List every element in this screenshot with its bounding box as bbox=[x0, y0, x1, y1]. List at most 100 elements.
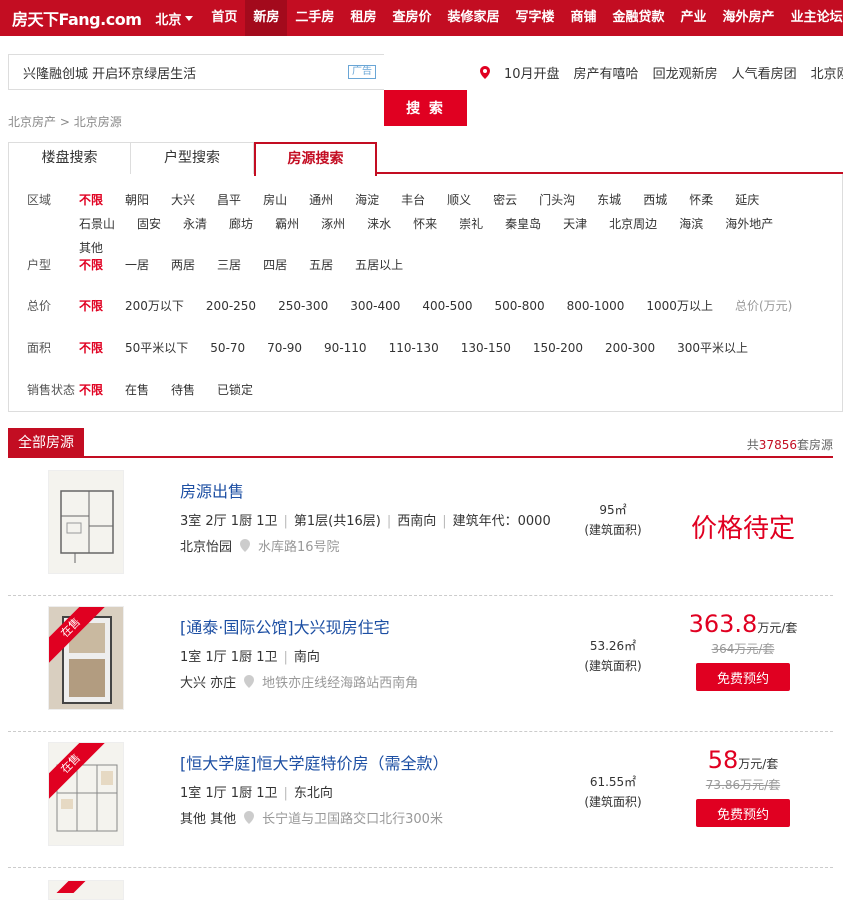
nav-forum[interactable]: 业主论坛 bbox=[783, 0, 843, 36]
tab-layout-search[interactable]: 户型搜索 bbox=[131, 142, 254, 174]
filter-option[interactable]: 500-800 bbox=[494, 294, 544, 318]
filter-option[interactable]: 涿州 bbox=[321, 212, 345, 236]
filter-option[interactable]: 房山 bbox=[263, 188, 287, 212]
book-button[interactable]: 免费预约 bbox=[696, 663, 790, 691]
floorplan-image[interactable]: 在售 bbox=[48, 742, 124, 846]
nav-industry[interactable]: 产业 bbox=[673, 0, 715, 36]
filter-option[interactable]: 石景山 bbox=[79, 212, 115, 236]
filter-option[interactable]: 门头沟 bbox=[539, 188, 575, 212]
filter-option[interactable]: 待售 bbox=[171, 378, 195, 402]
detail-floor: 第1层(共16层) bbox=[293, 514, 381, 529]
filter-option[interactable]: 150-200 bbox=[533, 336, 583, 360]
filter-option[interactable]: 通州 bbox=[309, 188, 333, 212]
nav-finance[interactable]: 金融贷款 bbox=[605, 0, 673, 36]
filter-option[interactable]: 海外地产 bbox=[725, 212, 773, 236]
filter-option[interactable]: 一居 bbox=[125, 253, 149, 277]
listing-district[interactable]: 北京怡园 bbox=[180, 536, 232, 555]
filter-option[interactable]: 130-150 bbox=[461, 336, 511, 360]
filter-option[interactable]: 不限 bbox=[79, 253, 103, 277]
nav-home[interactable]: 首页 bbox=[203, 0, 245, 36]
listing-title[interactable]: 房源出售 bbox=[180, 478, 244, 502]
nav-price-check[interactable]: 查房价 bbox=[384, 0, 439, 36]
filter-option[interactable]: 200万以下 bbox=[125, 294, 184, 318]
filter-option[interactable]: 400-500 bbox=[422, 294, 472, 318]
filter-option[interactable]: 怀来 bbox=[413, 212, 437, 236]
filter-option[interactable]: 70-90 bbox=[267, 336, 302, 360]
tab-project-search[interactable]: 楼盘搜索 bbox=[8, 142, 131, 174]
filter-option[interactable]: 延庆 bbox=[735, 188, 759, 212]
filter-option[interactable]: 永清 bbox=[183, 212, 207, 236]
filter-option[interactable]: 涞水 bbox=[367, 212, 391, 236]
listing-district[interactable]: 其他 其他 bbox=[180, 808, 236, 827]
filter-option[interactable]: 西城 bbox=[643, 188, 667, 212]
filter-option[interactable]: 五居 bbox=[309, 253, 333, 277]
filter-note: 总价(万元) bbox=[734, 299, 793, 313]
filter-option[interactable]: 朝阳 bbox=[125, 188, 149, 212]
nav-decoration[interactable]: 装修家居 bbox=[439, 0, 507, 36]
hot-link[interactable]: 回龙观新房 bbox=[653, 63, 718, 82]
breadcrumb-home[interactable]: 北京房产 bbox=[8, 115, 56, 129]
filter-option[interactable]: 海淀 bbox=[355, 188, 379, 212]
hot-link[interactable]: 10月开盘 bbox=[504, 63, 560, 82]
filter-option[interactable]: 霸州 bbox=[275, 212, 299, 236]
listing-photo[interactable] bbox=[48, 880, 124, 900]
filter-option[interactable]: 不限 bbox=[79, 378, 103, 402]
filter-option[interactable]: 大兴 bbox=[171, 188, 195, 212]
nav-overseas[interactable]: 海外房产 bbox=[715, 0, 783, 36]
tab-listing-search[interactable]: 房源搜索 bbox=[254, 142, 377, 176]
filter-option[interactable]: 北京周边 bbox=[609, 212, 657, 236]
nav-resale[interactable]: 二手房 bbox=[287, 0, 342, 36]
filter-option[interactable]: 200-300 bbox=[605, 336, 655, 360]
listing-title[interactable]: [通泰·国际公馆]大兴现房住宅 bbox=[180, 614, 390, 638]
hot-link[interactable]: 北京刚 bbox=[811, 63, 843, 82]
breadcrumb-current[interactable]: 北京房源 bbox=[74, 115, 122, 129]
filter-option[interactable]: 1000万以上 bbox=[646, 294, 713, 318]
filter-option[interactable]: 已锁定 bbox=[217, 378, 253, 402]
listing-district[interactable]: 大兴 亦庄 bbox=[180, 672, 236, 691]
nav-shops[interactable]: 商铺 bbox=[563, 0, 605, 36]
filter-option[interactable]: 50平米以下 bbox=[125, 336, 188, 360]
filter-option[interactable]: 两居 bbox=[171, 253, 195, 277]
nav-rent[interactable]: 租房 bbox=[342, 0, 384, 36]
hot-link[interactable]: 人气看房团 bbox=[732, 63, 797, 82]
filter-option[interactable]: 不限 bbox=[79, 294, 103, 318]
filter-option[interactable]: 三居 bbox=[217, 253, 241, 277]
search-input[interactable] bbox=[23, 64, 348, 80]
filter-option[interactable]: 不限 bbox=[79, 336, 103, 360]
filter-option[interactable]: 崇礼 bbox=[459, 212, 483, 236]
filter-option[interactable]: 250-300 bbox=[278, 294, 328, 318]
listing-title[interactable]: [恒大学庭]恒大学庭特价房（需全款） bbox=[180, 750, 449, 774]
filter-option[interactable]: 顺义 bbox=[447, 188, 471, 212]
filter-option[interactable]: 廊坊 bbox=[229, 212, 253, 236]
nav-new-homes[interactable]: 新房 bbox=[245, 0, 288, 36]
search-button[interactable]: 搜 索 bbox=[384, 90, 467, 126]
filter-option[interactable]: 东城 bbox=[597, 188, 621, 212]
filter-option[interactable]: 50-70 bbox=[210, 336, 245, 360]
floorplan-image[interactable] bbox=[48, 470, 124, 574]
filter-option[interactable]: 在售 bbox=[125, 378, 149, 402]
filter-option[interactable]: 丰台 bbox=[401, 188, 425, 212]
filter-option[interactable]: 昌平 bbox=[217, 188, 241, 212]
filter-option[interactable]: 90-110 bbox=[324, 336, 367, 360]
filter-option[interactable]: 四居 bbox=[263, 253, 287, 277]
filter-option[interactable]: 800-1000 bbox=[567, 294, 625, 318]
listing-photo[interactable]: 在售 bbox=[48, 606, 124, 710]
filter-option[interactable]: 五居以上 bbox=[355, 253, 403, 277]
filter-option[interactable]: 300-400 bbox=[350, 294, 400, 318]
filter-option[interactable]: 110-130 bbox=[389, 336, 439, 360]
hot-link[interactable]: 房产有嘻哈 bbox=[574, 63, 639, 82]
city-selector[interactable]: 北京 bbox=[149, 9, 203, 28]
site-logo[interactable]: 房天下Fang.com bbox=[0, 6, 149, 30]
filter-option[interactable]: 固安 bbox=[137, 212, 161, 236]
filter-option[interactable]: 200-250 bbox=[206, 294, 256, 318]
filter-option[interactable]: 怀柔 bbox=[689, 188, 713, 212]
filter-option[interactable]: 不限 bbox=[79, 188, 103, 212]
filter-option[interactable]: 海滨 bbox=[679, 212, 703, 236]
nav-office[interactable]: 写字楼 bbox=[507, 0, 562, 36]
filter-option[interactable]: 密云 bbox=[493, 188, 517, 212]
filter-option[interactable]: 天津 bbox=[563, 212, 587, 236]
filter-option[interactable]: 秦皇岛 bbox=[505, 212, 541, 236]
filter-option[interactable]: 300平米以上 bbox=[677, 336, 748, 360]
book-button[interactable]: 免费预约 bbox=[696, 799, 790, 827]
breadcrumb-separator: > bbox=[59, 115, 70, 129]
